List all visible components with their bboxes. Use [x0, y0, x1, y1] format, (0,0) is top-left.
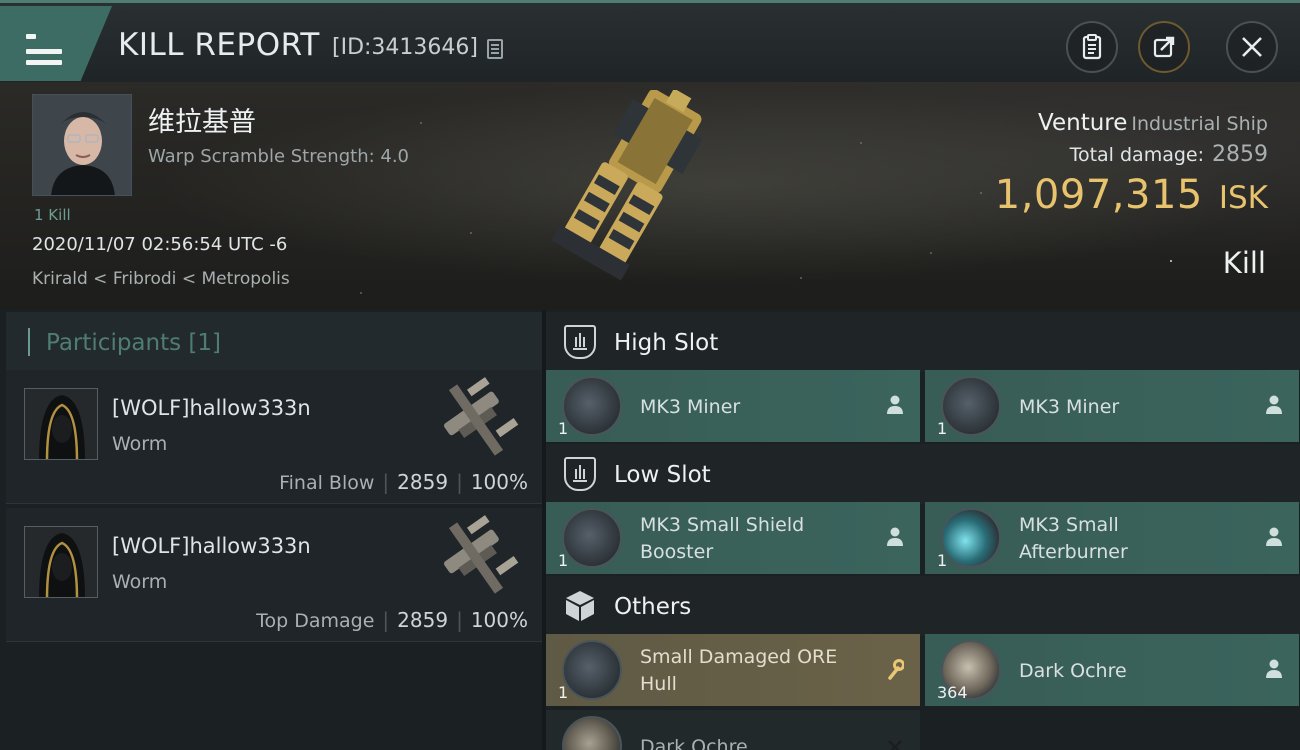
- report-id: [ID:3413646]: [332, 35, 478, 60]
- participant-damage: 2859: [397, 470, 449, 494]
- low-slot-title: Low Slot: [614, 462, 711, 488]
- person-icon[interactable]: [1265, 394, 1283, 416]
- total-damage-label: Total damage:: [1069, 144, 1204, 166]
- high-slot-header: High Slot: [546, 312, 1300, 372]
- shield-booster-icon: [562, 508, 622, 568]
- participant-damage: 2859: [397, 608, 449, 632]
- participant-ship: Worm: [112, 433, 168, 455]
- module-name: MK3 Miner: [640, 396, 741, 418]
- worm-ship-image[interactable]: [426, 508, 526, 606]
- close-icon[interactable]: [886, 736, 904, 750]
- module-name-line2: Hull: [640, 673, 677, 695]
- venture-ship-image[interactable]: [530, 90, 775, 295]
- module-card[interactable]: 364 Dark Ochre: [925, 634, 1299, 706]
- menu-button[interactable]: [0, 6, 112, 81]
- others-header: Others: [546, 576, 1300, 636]
- module-name-line1: Small Damaged ORE: [640, 646, 838, 668]
- person-icon[interactable]: [1265, 658, 1283, 680]
- module-card[interactable]: 1 MK3 Small Shield Booster: [546, 502, 920, 574]
- page-title: KILL REPORT: [118, 27, 320, 63]
- warp-scramble-strength: Warp Scramble Strength: 4.0: [148, 146, 410, 167]
- module-name: Dark Ochre: [640, 736, 748, 750]
- kill-result-label: Kill: [1222, 246, 1266, 280]
- total-damage-line: Total damage: 2859: [1070, 142, 1268, 167]
- module-card[interactable]: 1 Small Damaged ORE Hull: [546, 634, 920, 706]
- module-card[interactable]: Dark Ochre: [546, 710, 920, 750]
- module-card[interactable]: 1 MK3 Miner: [925, 370, 1299, 442]
- kill-count: 1 Kill: [34, 206, 71, 224]
- close-icon: [1242, 37, 1262, 57]
- module-name: MK3 Miner: [1019, 396, 1120, 418]
- kill-date: 2020/11/07 02:56:54 UTC -6: [32, 234, 288, 255]
- isk-value-line: 1,097,315 ISK: [995, 172, 1268, 218]
- cube-icon: [566, 591, 594, 621]
- victim-name[interactable]: 维拉基普: [148, 100, 256, 139]
- others-title: Others: [614, 594, 692, 620]
- high-slot-icon: [564, 325, 596, 359]
- share-button[interactable]: [1138, 21, 1190, 73]
- participant-stats: Final Blow | 2859 | 100%: [279, 470, 528, 494]
- participant-ship: Worm: [112, 571, 168, 593]
- participants-panel: Participants [1] [WOLF]hallow333n Worm F…: [0, 310, 542, 750]
- ore-hull-icon: [562, 640, 622, 700]
- participant-avatar[interactable]: [24, 526, 98, 598]
- module-card[interactable]: 1 MK3 Miner: [546, 370, 920, 442]
- module-name-line1: MK3 Small Shield: [640, 514, 805, 536]
- person-icon[interactable]: [886, 526, 904, 548]
- person-icon[interactable]: [886, 394, 904, 416]
- isk-unit: ISK: [1218, 180, 1268, 216]
- copy-id-icon[interactable]: [487, 39, 503, 59]
- miner-icon: [941, 376, 1001, 436]
- kill-report-page: KILL REPORT [ID:3413646] 维拉基普 Warp Scram…: [0, 0, 1300, 750]
- module-name-line2: Afterburner: [1019, 541, 1128, 563]
- module-quantity: 1: [558, 683, 569, 702]
- clipboard-icon: [1082, 34, 1102, 60]
- module-name-line2: Booster: [640, 541, 714, 563]
- module-quantity: 1: [937, 551, 948, 570]
- dark-ochre-icon: [562, 716, 622, 750]
- participant-avatar[interactable]: [24, 388, 98, 460]
- module-quantity: 364: [937, 683, 968, 702]
- ship-class: Industrial Ship: [1131, 113, 1268, 135]
- isk-value: 1,097,315: [994, 172, 1203, 218]
- ship-name-line[interactable]: Venture Industrial Ship: [1038, 110, 1268, 136]
- participants-title: Participants [1]: [46, 330, 221, 356]
- participant-name[interactable]: [WOLF]hallow333n: [112, 396, 311, 420]
- wrench-icon[interactable]: [886, 658, 904, 680]
- module-name: Dark Ochre: [1019, 660, 1127, 682]
- hamburger-menu-icon: [26, 30, 62, 65]
- header-bar: KILL REPORT [ID:3413646]: [0, 0, 1300, 82]
- participants-header: Participants [1]: [6, 312, 542, 370]
- close-button[interactable]: [1226, 21, 1278, 73]
- participant-name[interactable]: [WOLF]hallow333n: [112, 534, 311, 558]
- module-name-line1: MK3 Small: [1019, 514, 1119, 536]
- module-quantity: 1: [558, 419, 569, 438]
- module-quantity: 1: [558, 551, 569, 570]
- fitting-panel: High Slot 1 MK3 Miner 1 MK3 Miner Low Sl…: [546, 310, 1300, 750]
- total-damage-value: 2859: [1212, 142, 1268, 167]
- person-icon[interactable]: [1265, 526, 1283, 548]
- afterburner-icon: [941, 508, 1001, 568]
- participant-label: Final Blow: [279, 472, 375, 494]
- participant-row[interactable]: [WOLF]hallow333n Worm Final Blow | 2859 | 10…: [6, 370, 542, 504]
- low-slot-icon: [564, 457, 596, 491]
- module-card[interactable]: 1 MK3 Small Afterburner: [925, 502, 1299, 574]
- participant-percent: 100%: [470, 470, 528, 494]
- participant-stats: Top Damage | 2859 | 100%: [256, 608, 528, 632]
- share-icon: [1153, 36, 1175, 58]
- participant-label: Top Damage: [256, 610, 375, 632]
- high-slot-title: High Slot: [614, 330, 719, 356]
- module-quantity: 1: [937, 419, 948, 438]
- victim-portrait[interactable]: [32, 94, 132, 196]
- kill-location[interactable]: Krirald < Fribrodi < Metropolis: [32, 269, 290, 289]
- kill-summary: 维拉基普 Warp Scramble Strength: 4.0 1 Kill …: [0, 82, 1300, 310]
- worm-ship-image[interactable]: [426, 370, 526, 468]
- participant-row[interactable]: [WOLF]hallow333n Worm Top Damage | 2859 | 10…: [6, 508, 542, 642]
- low-slot-header: Low Slot: [546, 444, 1300, 504]
- ship-name: Venture: [1038, 110, 1128, 136]
- miner-icon: [562, 376, 622, 436]
- participant-percent: 100%: [470, 608, 528, 632]
- clipboard-button[interactable]: [1066, 21, 1118, 73]
